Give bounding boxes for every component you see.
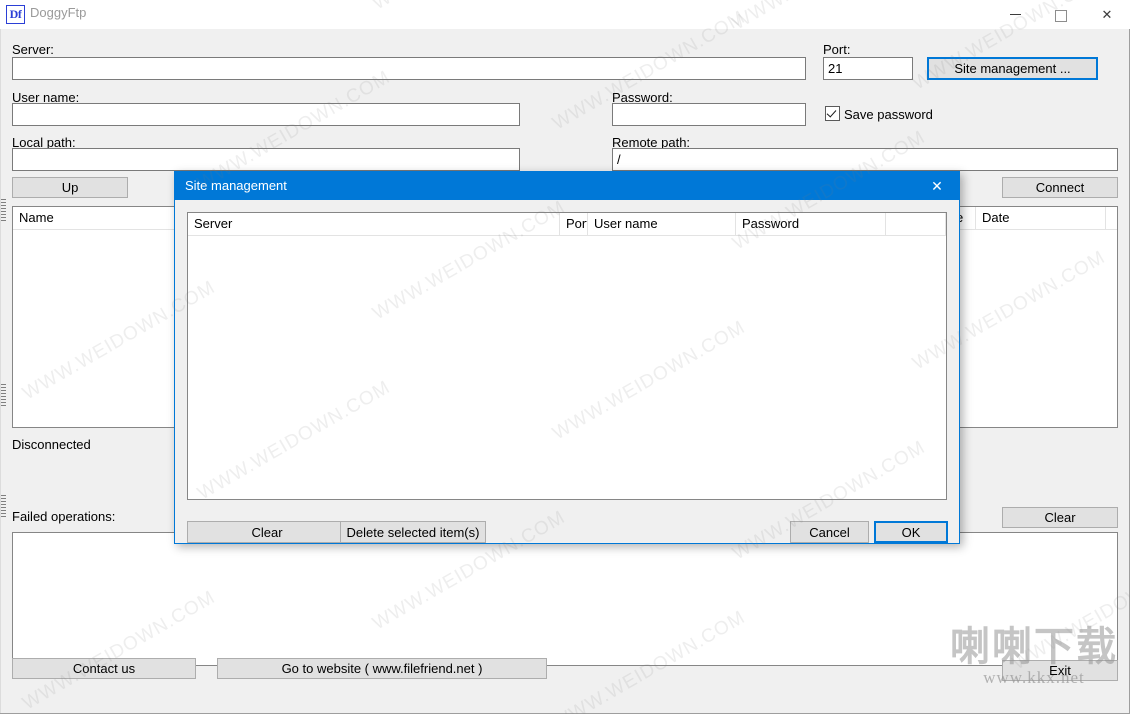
left-scroll-strip-top[interactable] [1, 199, 6, 221]
connection-status: Disconnected [12, 437, 91, 452]
port-input[interactable] [823, 57, 913, 80]
sites-column-header[interactable]: Password [736, 213, 886, 235]
dialog-clear-button[interactable]: Clear [187, 521, 347, 543]
dialog-title-bar: Site management ✕ [175, 172, 959, 200]
dialog-cancel-button[interactable]: Cancel [790, 521, 869, 543]
sites-list[interactable]: Server Port User name Password [187, 212, 947, 500]
username-input[interactable] [12, 103, 520, 126]
sites-column-header[interactable]: Port [560, 213, 588, 235]
go-to-website-button[interactable]: Go to website ( www.filefriend.net ) [217, 658, 547, 679]
dialog-body: Server Port User name Password Clear Delete… [175, 200, 959, 545]
title-bar: Df DoggyFtp ✕ [0, 0, 1130, 30]
save-password-checkbox[interactable]: Save password [825, 106, 933, 122]
password-input[interactable] [612, 103, 806, 126]
exit-button[interactable]: Exit [1002, 660, 1118, 681]
window-title: DoggyFtp [30, 5, 87, 20]
left-scroll-strip-lower[interactable] [1, 495, 6, 517]
save-password-label: Save password [844, 107, 933, 122]
clear-right-button[interactable]: Clear [1002, 507, 1118, 528]
site-management-dialog: Site management ✕ Server Port User name Pas… [174, 171, 960, 544]
minimize-button[interactable] [992, 0, 1038, 29]
remote-path-input[interactable] [612, 148, 1118, 171]
contact-us-button[interactable]: Contact us [12, 658, 196, 679]
dialog-delete-selected-button[interactable]: Delete selected item(s) [340, 521, 486, 543]
sites-column-header[interactable]: User name [588, 213, 736, 235]
failed-operations-label: Failed operations: [12, 509, 116, 524]
dialog-ok-button[interactable]: OK [874, 521, 948, 543]
dialog-title: Site management [185, 178, 287, 193]
left-scroll-strip-bottom[interactable] [1, 384, 6, 406]
site-management-button[interactable]: Site management ... [927, 57, 1098, 80]
maximize-button[interactable] [1038, 0, 1084, 29]
failed-operations-list[interactable] [12, 532, 1118, 666]
column-header-date[interactable]: Date [976, 207, 1106, 229]
server-label: Server: [12, 42, 54, 57]
application-window: Df DoggyFtp ✕ Server: Port: Site managem… [0, 0, 1130, 714]
checkbox-check-icon [825, 106, 840, 121]
minimize-icon [1009, 14, 1021, 16]
up-button[interactable]: Up [12, 177, 128, 198]
app-icon: Df [6, 5, 25, 24]
sites-column-header[interactable]: Server [188, 213, 560, 235]
connect-button[interactable]: Connect [1002, 177, 1118, 198]
sites-list-header: Server Port User name Password [188, 213, 946, 236]
sites-column-header[interactable] [886, 213, 946, 235]
port-label: Port: [823, 42, 851, 57]
server-input[interactable] [12, 57, 806, 80]
close-button[interactable]: ✕ [1084, 0, 1130, 29]
local-path-input[interactable] [12, 148, 520, 171]
maximize-icon [1055, 9, 1067, 22]
dialog-close-button[interactable]: ✕ [915, 172, 959, 200]
